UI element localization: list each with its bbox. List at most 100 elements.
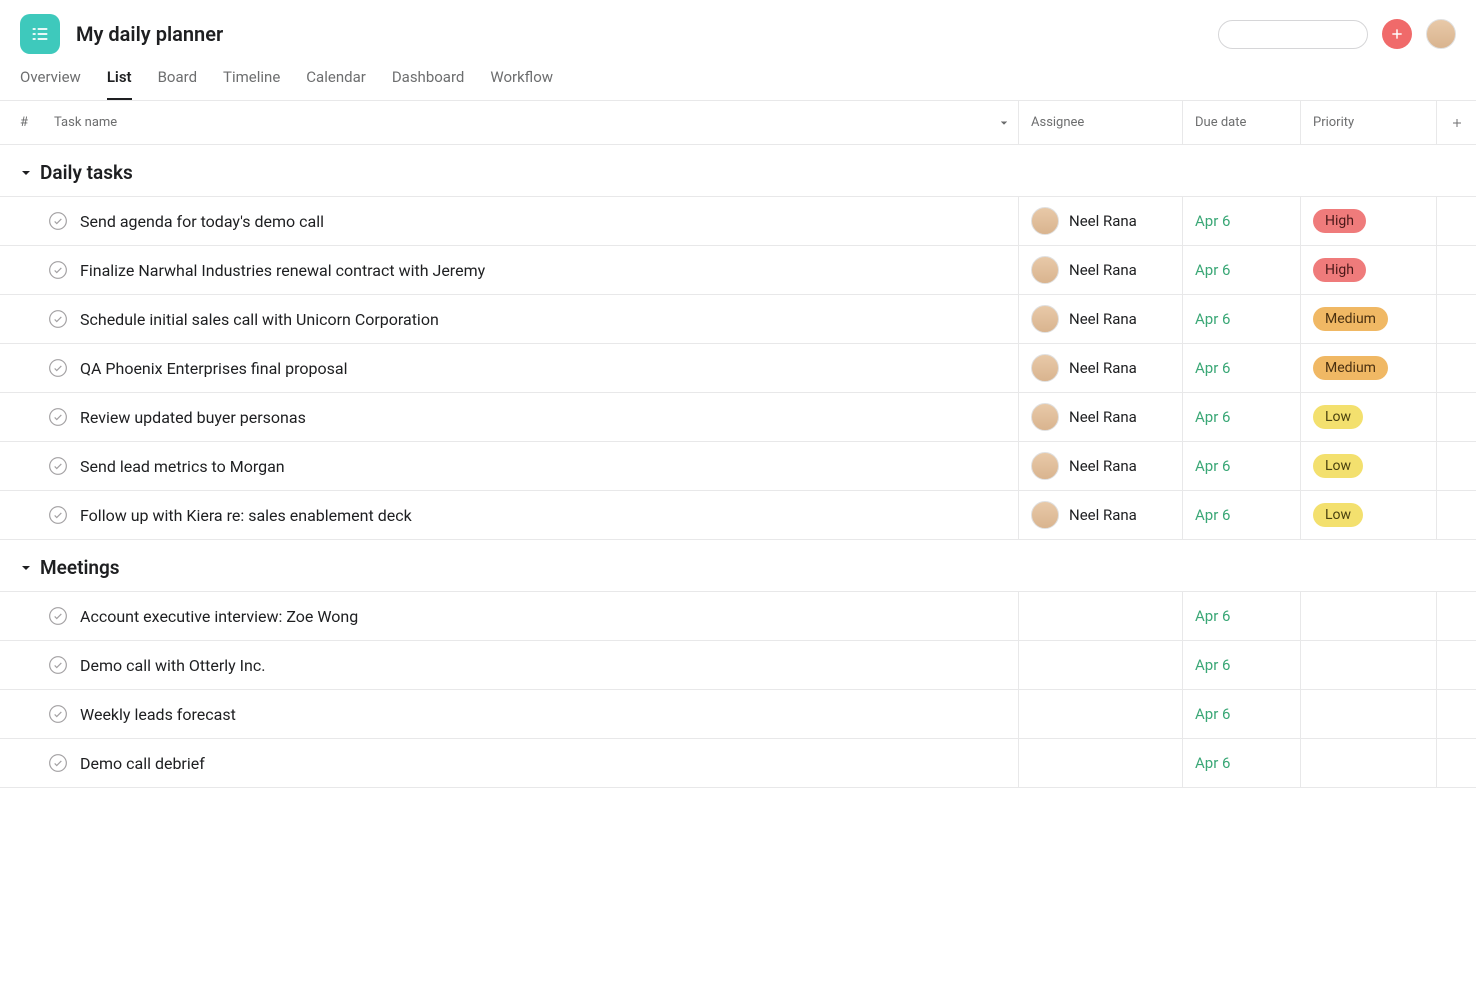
tab-list[interactable]: List: [107, 68, 132, 100]
task-row[interactable]: Send agenda for today's demo call Neel Ra…: [0, 196, 1476, 245]
search-box[interactable]: [1218, 20, 1368, 49]
due-date-cell[interactable]: Apr 6: [1182, 197, 1300, 245]
due-date-cell[interactable]: Apr 6: [1182, 246, 1300, 294]
task-row[interactable]: Finalize Narwhal Industries renewal cont…: [0, 245, 1476, 294]
section-header[interactable]: Meetings: [0, 540, 1476, 591]
section-name: Meetings: [40, 556, 120, 579]
tab-overview[interactable]: Overview: [20, 68, 81, 100]
due-date-cell[interactable]: Apr 6: [1182, 442, 1300, 490]
task-title: Send lead metrics to Morgan: [80, 457, 285, 476]
add-button[interactable]: [1382, 19, 1412, 49]
due-date-cell[interactable]: Apr 6: [1182, 344, 1300, 392]
assignee-avatar: [1031, 452, 1059, 480]
priority-cell[interactable]: Low: [1300, 442, 1436, 490]
assignee-cell[interactable]: [1018, 641, 1182, 689]
priority-cell[interactable]: [1300, 739, 1436, 787]
task-row[interactable]: Weekly leads forecast Apr 6: [0, 689, 1476, 738]
assignee-avatar: [1031, 305, 1059, 333]
priority-cell[interactable]: Low: [1300, 491, 1436, 539]
priority-cell[interactable]: Low: [1300, 393, 1436, 441]
assignee-cell[interactable]: Neel Rana: [1018, 246, 1182, 294]
column-assignee[interactable]: Assignee: [1018, 101, 1182, 144]
assignee-cell[interactable]: [1018, 739, 1182, 787]
task-title: QA Phoenix Enterprises final proposal: [80, 359, 348, 378]
assignee-cell[interactable]: Neel Rana: [1018, 344, 1182, 392]
project-icon[interactable]: [20, 14, 60, 54]
plus-icon: [1451, 117, 1463, 129]
task-title: Send agenda for today's demo call: [80, 212, 324, 231]
complete-checkbox[interactable]: [48, 211, 68, 231]
task-row[interactable]: Demo call with Otterly Inc.Apr 6: [0, 640, 1476, 689]
tab-workflow[interactable]: Workflow: [490, 68, 553, 100]
column-due-date[interactable]: Due date: [1182, 101, 1300, 144]
assignee-avatar: [1031, 501, 1059, 529]
extra-cell: [1436, 592, 1476, 640]
task-row[interactable]: Follow up with Kiera re: sales enablemen…: [0, 490, 1476, 540]
priority-cell[interactable]: High: [1300, 246, 1436, 294]
task-title: Schedule initial sales call with Unicorn…: [80, 310, 439, 329]
assignee-name: Neel Rana: [1069, 408, 1137, 426]
column-task-name[interactable]: Task name: [48, 101, 1018, 144]
complete-checkbox[interactable]: [48, 704, 68, 724]
complete-checkbox[interactable]: [48, 260, 68, 280]
due-date-cell[interactable]: Apr 6: [1182, 393, 1300, 441]
complete-checkbox[interactable]: [48, 505, 68, 525]
project-title[interactable]: My daily planner: [76, 22, 223, 46]
due-date-cell[interactable]: Apr 6: [1182, 690, 1300, 738]
complete-checkbox[interactable]: [48, 309, 68, 329]
assignee-cell[interactable]: Neel Rana: [1018, 295, 1182, 343]
extra-cell: [1436, 295, 1476, 343]
priority-pill: Medium: [1313, 356, 1388, 380]
due-date-cell[interactable]: Apr 6: [1182, 491, 1300, 539]
priority-cell[interactable]: Medium: [1300, 344, 1436, 392]
complete-checkbox[interactable]: [48, 407, 68, 427]
task-row[interactable]: Schedule initial sales call with Unicorn…: [0, 294, 1476, 343]
extra-cell: [1436, 641, 1476, 689]
assignee-cell[interactable]: [1018, 690, 1182, 738]
assignee-cell[interactable]: Neel Rana: [1018, 442, 1182, 490]
tab-calendar[interactable]: Calendar: [306, 68, 366, 100]
user-avatar[interactable]: [1426, 19, 1456, 49]
complete-checkbox[interactable]: [48, 606, 68, 626]
assignee-cell[interactable]: Neel Rana: [1018, 491, 1182, 539]
priority-cell[interactable]: High: [1300, 197, 1436, 245]
assignee-cell[interactable]: [1018, 592, 1182, 640]
extra-cell: [1436, 246, 1476, 294]
add-column-button[interactable]: [1436, 101, 1476, 144]
assignee-cell[interactable]: Neel Rana: [1018, 197, 1182, 245]
extra-cell: [1436, 491, 1476, 539]
extra-cell: [1436, 442, 1476, 490]
assignee-avatar: [1031, 403, 1059, 431]
tab-dashboard[interactable]: Dashboard: [392, 68, 465, 100]
task-title: Weekly leads forecast: [80, 705, 236, 724]
priority-cell[interactable]: [1300, 690, 1436, 738]
due-date-cell[interactable]: Apr 6: [1182, 641, 1300, 689]
priority-cell[interactable]: [1300, 592, 1436, 640]
assignee-name: Neel Rana: [1069, 261, 1137, 279]
task-row[interactable]: Review updated buyer personasNeel RanaAp…: [0, 392, 1476, 441]
task-row[interactable]: QA Phoenix Enterprises final proposal Nee…: [0, 343, 1476, 392]
due-date-cell[interactable]: Apr 6: [1182, 739, 1300, 787]
task-row[interactable]: Demo call debrief Apr 6: [0, 738, 1476, 788]
due-date-cell[interactable]: Apr 6: [1182, 295, 1300, 343]
priority-cell[interactable]: [1300, 641, 1436, 689]
assignee-name: Neel Rana: [1069, 310, 1137, 328]
section-header[interactable]: Daily tasks: [0, 145, 1476, 196]
priority-cell[interactable]: Medium: [1300, 295, 1436, 343]
tab-timeline[interactable]: Timeline: [223, 68, 280, 100]
complete-checkbox[interactable]: [48, 358, 68, 378]
complete-checkbox[interactable]: [48, 753, 68, 773]
plus-icon: [1390, 27, 1404, 41]
complete-checkbox[interactable]: [48, 456, 68, 476]
column-number: #: [20, 101, 48, 144]
assignee-cell[interactable]: Neel Rana: [1018, 393, 1182, 441]
column-priority[interactable]: Priority: [1300, 101, 1436, 144]
due-date-cell[interactable]: Apr 6: [1182, 592, 1300, 640]
task-title: Demo call debrief: [80, 754, 205, 773]
task-row[interactable]: Account executive interview: Zoe WongApr…: [0, 591, 1476, 640]
chevron-down-icon: [998, 117, 1010, 129]
priority-pill: High: [1313, 258, 1366, 282]
complete-checkbox[interactable]: [48, 655, 68, 675]
task-row[interactable]: Send lead metrics to Morgan Neel RanaApr …: [0, 441, 1476, 490]
tab-board[interactable]: Board: [158, 68, 197, 100]
